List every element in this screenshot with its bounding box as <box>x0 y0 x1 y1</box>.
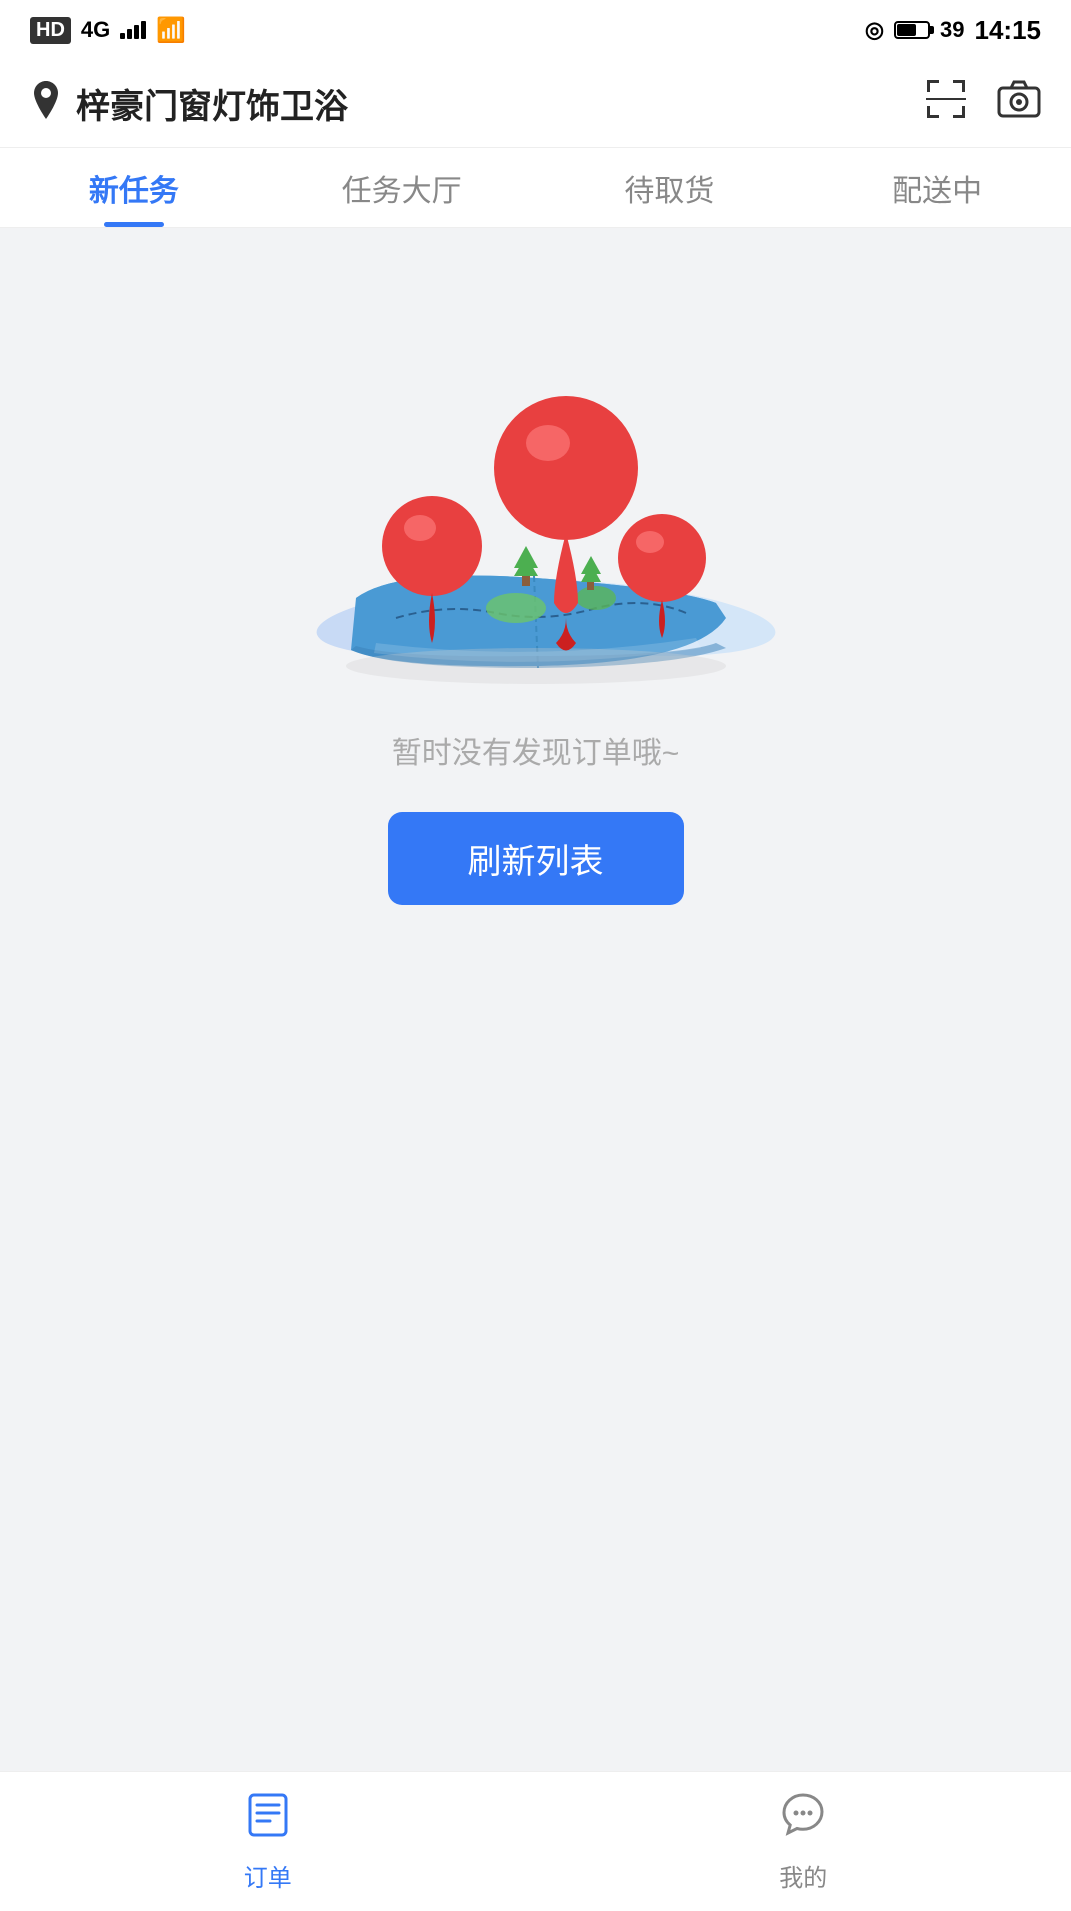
main-content: 暂时没有发现订单哦~ 刷新列表 <box>0 228 1071 1771</box>
battery-icon <box>894 21 930 39</box>
status-right: ◎ 39 14:15 <box>865 15 1041 46</box>
location-status-icon: ◎ <box>865 17 884 43</box>
header-actions[interactable] <box>925 78 1041 130</box>
tab-new-task[interactable]: 新任务 <box>0 148 268 227</box>
tab-task-hall[interactable]: 任务大厅 <box>268 148 536 227</box>
refresh-button[interactable]: 刷新列表 <box>388 812 684 905</box>
header: 梓豪门窗灯饰卫浴 <box>0 60 1071 148</box>
bottom-nav[interactable]: 订单 我的 <box>0 1771 1071 1911</box>
hd-label: HD <box>30 17 71 44</box>
chat-icon <box>779 1791 827 1850</box>
header-title-area: 梓豪门窗灯饰卫浴 <box>30 79 348 128</box>
network-label: 4G <box>81 17 110 43</box>
location-icon <box>30 81 62 127</box>
header-title: 梓豪门窗灯饰卫浴 <box>76 79 348 128</box>
empty-illustration <box>296 308 776 688</box>
time: 14:15 <box>975 15 1042 46</box>
nav-item-mine[interactable]: 我的 <box>536 1772 1071 1911</box>
orders-icon <box>244 1791 292 1850</box>
status-bar: HD 4G 📶 ◎ 39 14:15 <box>0 0 1071 60</box>
signal-icon <box>120 21 146 39</box>
empty-state-text: 暂时没有发现订单哦~ <box>392 728 680 772</box>
tab-delivering[interactable]: 配送中 <box>803 148 1071 227</box>
nav-orders-label: 订单 <box>244 1858 292 1893</box>
wifi-icon: 📶 <box>156 16 186 45</box>
tab-bar[interactable]: 新任务 任务大厅 待取货 配送中 <box>0 148 1071 228</box>
scan-icon[interactable] <box>925 78 967 130</box>
tab-pickup[interactable]: 待取货 <box>536 148 804 227</box>
nav-mine-label: 我的 <box>779 1858 827 1893</box>
camera-icon[interactable] <box>997 80 1041 128</box>
nav-item-orders[interactable]: 订单 <box>0 1772 536 1911</box>
status-left: HD 4G 📶 <box>30 16 186 45</box>
battery-percent: 39 <box>940 17 964 43</box>
